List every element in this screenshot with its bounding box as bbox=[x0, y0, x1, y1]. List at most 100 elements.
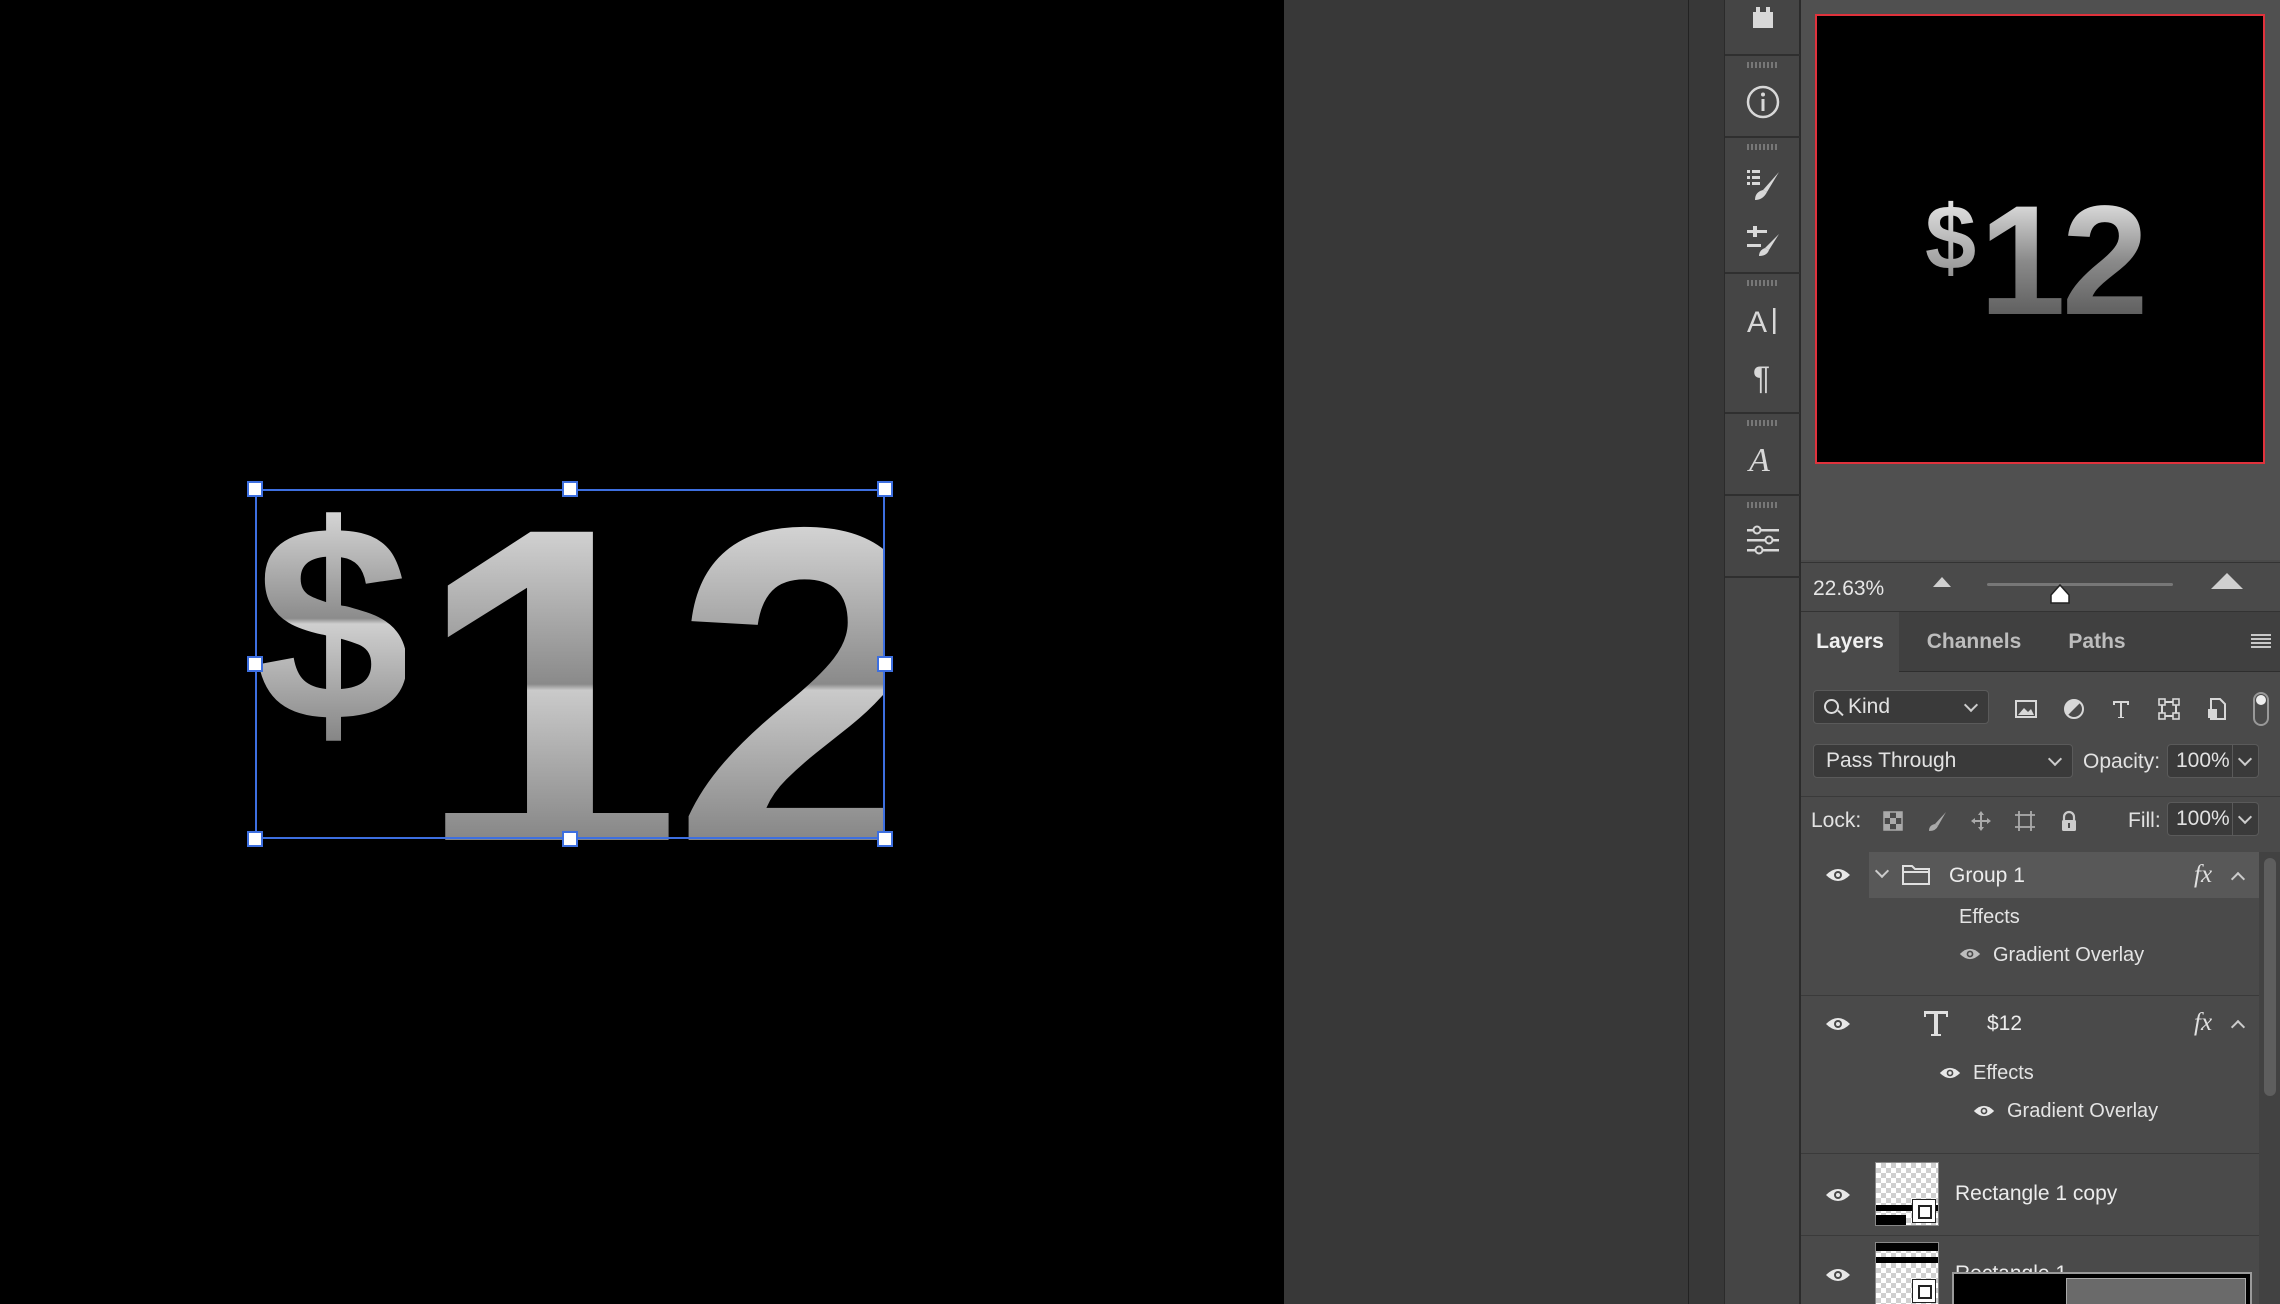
effect-visibility-eye-icon[interactable] bbox=[1959, 947, 1985, 963]
layer-name: Rectangle 1 copy bbox=[1955, 1182, 2118, 1205]
layer-row-rectangle-1-copy[interactable]: Rectangle 1 copy bbox=[1801, 1154, 2259, 1236]
handle-top-right[interactable] bbox=[877, 481, 893, 497]
smart-object-filter-icon[interactable] bbox=[2202, 694, 2232, 724]
layers-panel-tabs: Layers Channels Paths bbox=[1801, 612, 2280, 672]
layer-effects-fx-icon[interactable]: fx bbox=[2194, 861, 2212, 889]
collapsed-panel-icons: A ¶ A bbox=[1724, 0, 1801, 1304]
chevron-down-icon bbox=[1963, 697, 1979, 713]
preview-number-glyphs: 12 bbox=[1979, 174, 2149, 348]
navigator-preview[interactable]: $ 12 bbox=[1815, 14, 2265, 464]
fill-dropdown[interactable] bbox=[2233, 802, 2259, 836]
fill-input[interactable]: 100% bbox=[2167, 802, 2233, 836]
layers-scrollbar[interactable] bbox=[2259, 852, 2280, 1304]
pasteboard bbox=[1284, 0, 1688, 1304]
paragraph-panel-icon[interactable]: ¶ bbox=[1739, 352, 1787, 400]
plugin-icon[interactable] bbox=[1739, 0, 1787, 44]
handle-bottom-center[interactable] bbox=[562, 831, 578, 847]
handle-top-center[interactable] bbox=[562, 481, 578, 497]
thumbnail-preview-popup bbox=[1952, 1272, 2252, 1304]
layer-name: $12 bbox=[1987, 1012, 2023, 1035]
panel-dock-strip bbox=[1688, 0, 1724, 1304]
chevron-down-icon bbox=[2047, 751, 2063, 767]
navigator-zoom-row: 22.63% bbox=[1801, 562, 2280, 612]
scrollbar-thumb[interactable] bbox=[2264, 858, 2276, 1096]
tab-channels[interactable]: Channels bbox=[1899, 612, 2049, 672]
layer-thumbnail bbox=[1875, 1162, 1939, 1226]
transform-bounding-box[interactable] bbox=[255, 489, 885, 839]
visibility-eye-icon[interactable] bbox=[1825, 1016, 1851, 1032]
visibility-eye-icon[interactable] bbox=[1825, 1267, 1851, 1283]
handle-bottom-right[interactable] bbox=[877, 831, 893, 847]
effects-collapse-caret-icon[interactable] bbox=[2230, 1019, 2246, 1035]
opacity-label: Opacity: bbox=[2083, 750, 2161, 773]
layer-row-text[interactable]: $12 fx Effects Gradient Overlay bbox=[1801, 996, 2259, 1154]
right-panel: $ 12 22.63% Layers Channels Paths Kind P… bbox=[1800, 0, 2280, 1304]
visibility-eye-icon[interactable] bbox=[1825, 867, 1851, 883]
search-icon bbox=[1824, 699, 1839, 714]
effects-label: Effects bbox=[1973, 1062, 2034, 1084]
text-layer-icon bbox=[1921, 1008, 1951, 1038]
effect-name[interactable]: Gradient Overlay bbox=[2007, 1100, 2158, 1123]
folder-icon bbox=[1901, 862, 1931, 886]
layer-filter-row: Kind bbox=[1801, 672, 2280, 728]
zoom-out-icon[interactable] bbox=[1933, 577, 1951, 587]
glyphs-panel-icon[interactable]: A bbox=[1739, 434, 1787, 482]
adjustment-filter-icon[interactable] bbox=[2059, 694, 2089, 724]
lock-image-pixels-icon[interactable] bbox=[1923, 807, 1951, 835]
fill-label: Fill: bbox=[2128, 809, 2161, 832]
svg-text:A: A bbox=[1747, 306, 1767, 339]
panel-menu-icon[interactable] bbox=[2251, 634, 2271, 650]
effects-visibility-eye-icon[interactable] bbox=[1939, 1066, 1965, 1082]
opacity-dropdown[interactable] bbox=[2233, 744, 2259, 778]
layers-list: Group 1 fx Effects Gradient Overlay $12 … bbox=[1801, 852, 2259, 1304]
effect-name[interactable]: Gradient Overlay bbox=[1993, 944, 2144, 967]
navigator-panel: $ 12 bbox=[1801, 0, 2280, 560]
effects-label: Effects bbox=[1959, 906, 2020, 928]
svg-text:¶: ¶ bbox=[1753, 360, 1770, 396]
chevron-down-icon bbox=[2237, 809, 2253, 825]
brush-presets-icon[interactable] bbox=[1739, 160, 1787, 208]
lock-all-icon[interactable] bbox=[2055, 807, 2083, 835]
brush-settings-icon[interactable] bbox=[1739, 216, 1787, 264]
shape-layer-badge-icon bbox=[1912, 1279, 1936, 1303]
character-panel-icon[interactable]: A bbox=[1739, 296, 1787, 344]
lock-transparent-pixels-icon[interactable] bbox=[1879, 807, 1907, 835]
lock-position-icon[interactable] bbox=[1967, 807, 1995, 835]
blend-mode-value: Pass Through bbox=[1826, 749, 1957, 772]
handle-top-left[interactable] bbox=[247, 481, 263, 497]
image-filter-icon[interactable] bbox=[2011, 694, 2041, 724]
zoom-slider[interactable] bbox=[1987, 583, 2173, 586]
handle-middle-right[interactable] bbox=[877, 656, 893, 672]
properties-sliders-icon[interactable] bbox=[1739, 516, 1787, 564]
lock-row: Lock: Fill: 100% bbox=[1801, 796, 2280, 840]
chevron-down-icon bbox=[2237, 751, 2253, 767]
layer-row-group-1[interactable]: Group 1 fx Effects Gradient Overlay bbox=[1801, 852, 2259, 996]
effect-visibility-eye-icon[interactable] bbox=[1973, 1104, 1999, 1120]
type-filter-icon[interactable] bbox=[2106, 694, 2136, 724]
layer-effects-fx-icon[interactable]: fx bbox=[2194, 1009, 2212, 1037]
shape-filter-icon[interactable] bbox=[2154, 694, 2184, 724]
filter-kind-label: Kind bbox=[1848, 695, 1891, 718]
visibility-eye-icon[interactable] bbox=[1825, 1187, 1851, 1203]
layer-thumbnail bbox=[1875, 1242, 1939, 1304]
zoom-value[interactable]: 22.63% bbox=[1813, 577, 1884, 601]
filter-toggle-switch[interactable] bbox=[2253, 692, 2269, 726]
document-canvas[interactable]: $ 12 bbox=[0, 0, 1284, 1304]
tab-layers[interactable]: Layers bbox=[1801, 612, 1899, 672]
tab-paths[interactable]: Paths bbox=[2049, 612, 2145, 672]
info-icon[interactable] bbox=[1739, 78, 1787, 126]
layer-name: Group 1 bbox=[1949, 864, 2025, 887]
preview-dollar-glyph: $ bbox=[1925, 187, 1977, 289]
shape-layer-badge-icon bbox=[1912, 1199, 1936, 1223]
blend-row: Pass Through Opacity: 100% bbox=[1801, 740, 2280, 784]
zoom-slider-thumb[interactable] bbox=[2049, 583, 2071, 605]
handle-bottom-left[interactable] bbox=[247, 831, 263, 847]
lock-label: Lock: bbox=[1811, 809, 1862, 832]
lock-artboard-icon[interactable] bbox=[2011, 807, 2039, 835]
filter-kind-select[interactable]: Kind bbox=[1813, 690, 1989, 724]
handle-middle-left[interactable] bbox=[247, 656, 263, 672]
opacity-input[interactable]: 100% bbox=[2167, 744, 2233, 778]
svg-text:A: A bbox=[1747, 442, 1770, 478]
blend-mode-select[interactable]: Pass Through bbox=[1813, 744, 2073, 778]
zoom-in-icon[interactable] bbox=[2211, 573, 2243, 589]
